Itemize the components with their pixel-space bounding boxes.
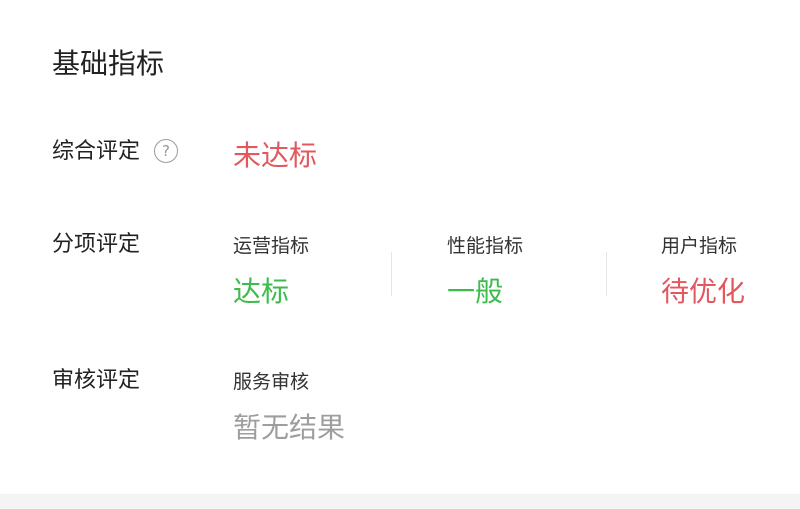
overall-rating-value: 未达标	[233, 139, 318, 172]
metric-performance-label: 性能指标	[447, 235, 524, 257]
metric-performance[interactable]: 性能指标 一般	[447, 232, 607, 310]
basic-metrics-card: 基础指标 综合评定 ? 未达标 分项评定 运营指标 达标 性能指标 一般 用户指…	[0, 0, 800, 494]
metric-users[interactable]: 用户指标 待优化	[661, 232, 800, 310]
metric-users-value: 待优化	[661, 275, 746, 308]
service-review-value: 暂无结果	[233, 411, 346, 444]
metric-users-label: 用户指标	[661, 235, 738, 257]
metric-divider	[391, 252, 392, 296]
section-title: 基础指标	[52, 47, 165, 80]
metric-performance-value: 一般	[447, 275, 504, 308]
review-rating-label: 审核评定	[52, 368, 141, 393]
overall-rating-label: 综合评定	[52, 139, 141, 164]
metric-operations-value: 达标	[233, 275, 290, 308]
help-icon[interactable]: ?	[154, 139, 178, 163]
bottom-divider-strip	[0, 494, 800, 509]
metric-divider	[606, 252, 607, 296]
service-review-label: 服务审核	[233, 371, 310, 393]
metric-operations-label: 运营指标	[233, 235, 310, 257]
itemized-rating-label: 分项评定	[52, 232, 141, 257]
metric-operations[interactable]: 运营指标 达标	[233, 232, 393, 310]
